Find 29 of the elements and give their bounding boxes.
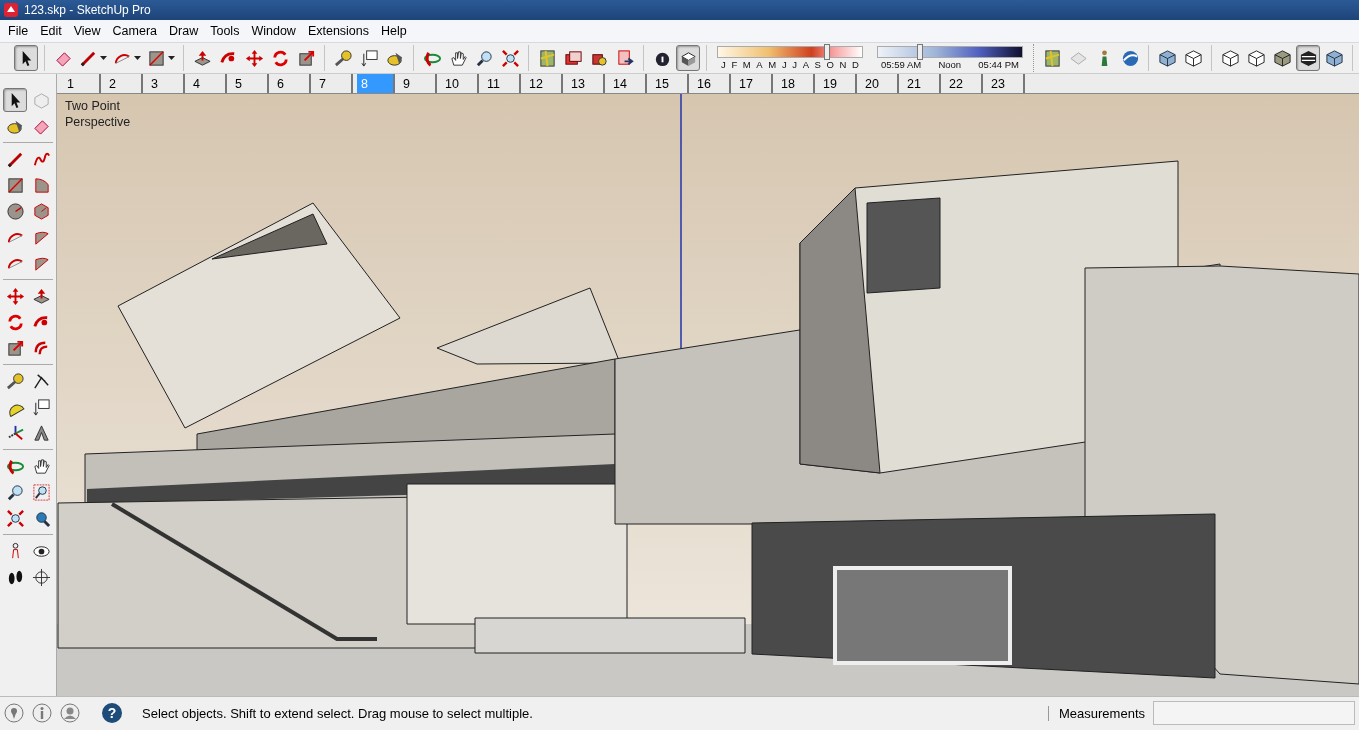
status-message: Select objects. Shift to extend select. Drag mouse to select multiple.	[142, 705, 534, 721]
month-label: N	[839, 59, 847, 70]
month-label: A	[756, 59, 763, 70]
menu-item[interactable]: Camera	[108, 22, 166, 40]
camera-mode-label: Two Point Perspective	[65, 98, 132, 130]
month-label: J	[781, 59, 787, 70]
month-label: A	[802, 59, 809, 70]
window-title: 123.skp - SketchUp Pro	[24, 3, 151, 17]
month-label: D	[852, 59, 859, 70]
menu-item[interactable]: Edit	[36, 22, 70, 40]
month-label: S	[814, 59, 821, 70]
month-label: F	[731, 59, 738, 70]
time-label: 05:44 PM	[978, 59, 1019, 70]
month-label: J	[792, 59, 797, 70]
help-icon[interactable]: ?	[102, 703, 122, 723]
time-label: Noon	[938, 59, 962, 70]
month-label: M	[742, 59, 751, 70]
month-label: O	[826, 59, 834, 70]
menu-item[interactable]: Help	[377, 22, 415, 40]
menu-item[interactable]: View	[69, 22, 109, 40]
menu-item[interactable]: Window	[247, 22, 304, 40]
measurements-label: Measurements	[1048, 705, 1145, 721]
menu-item[interactable]: Tools	[206, 22, 248, 40]
menu-item[interactable]: Extensions	[303, 22, 378, 40]
menu-item[interactable]: Draw	[165, 22, 207, 40]
month-label: J	[721, 59, 726, 70]
time-label: 05:59 AM	[881, 59, 922, 70]
month-label: M	[768, 59, 777, 70]
menu-item[interactable]: File	[4, 22, 37, 40]
